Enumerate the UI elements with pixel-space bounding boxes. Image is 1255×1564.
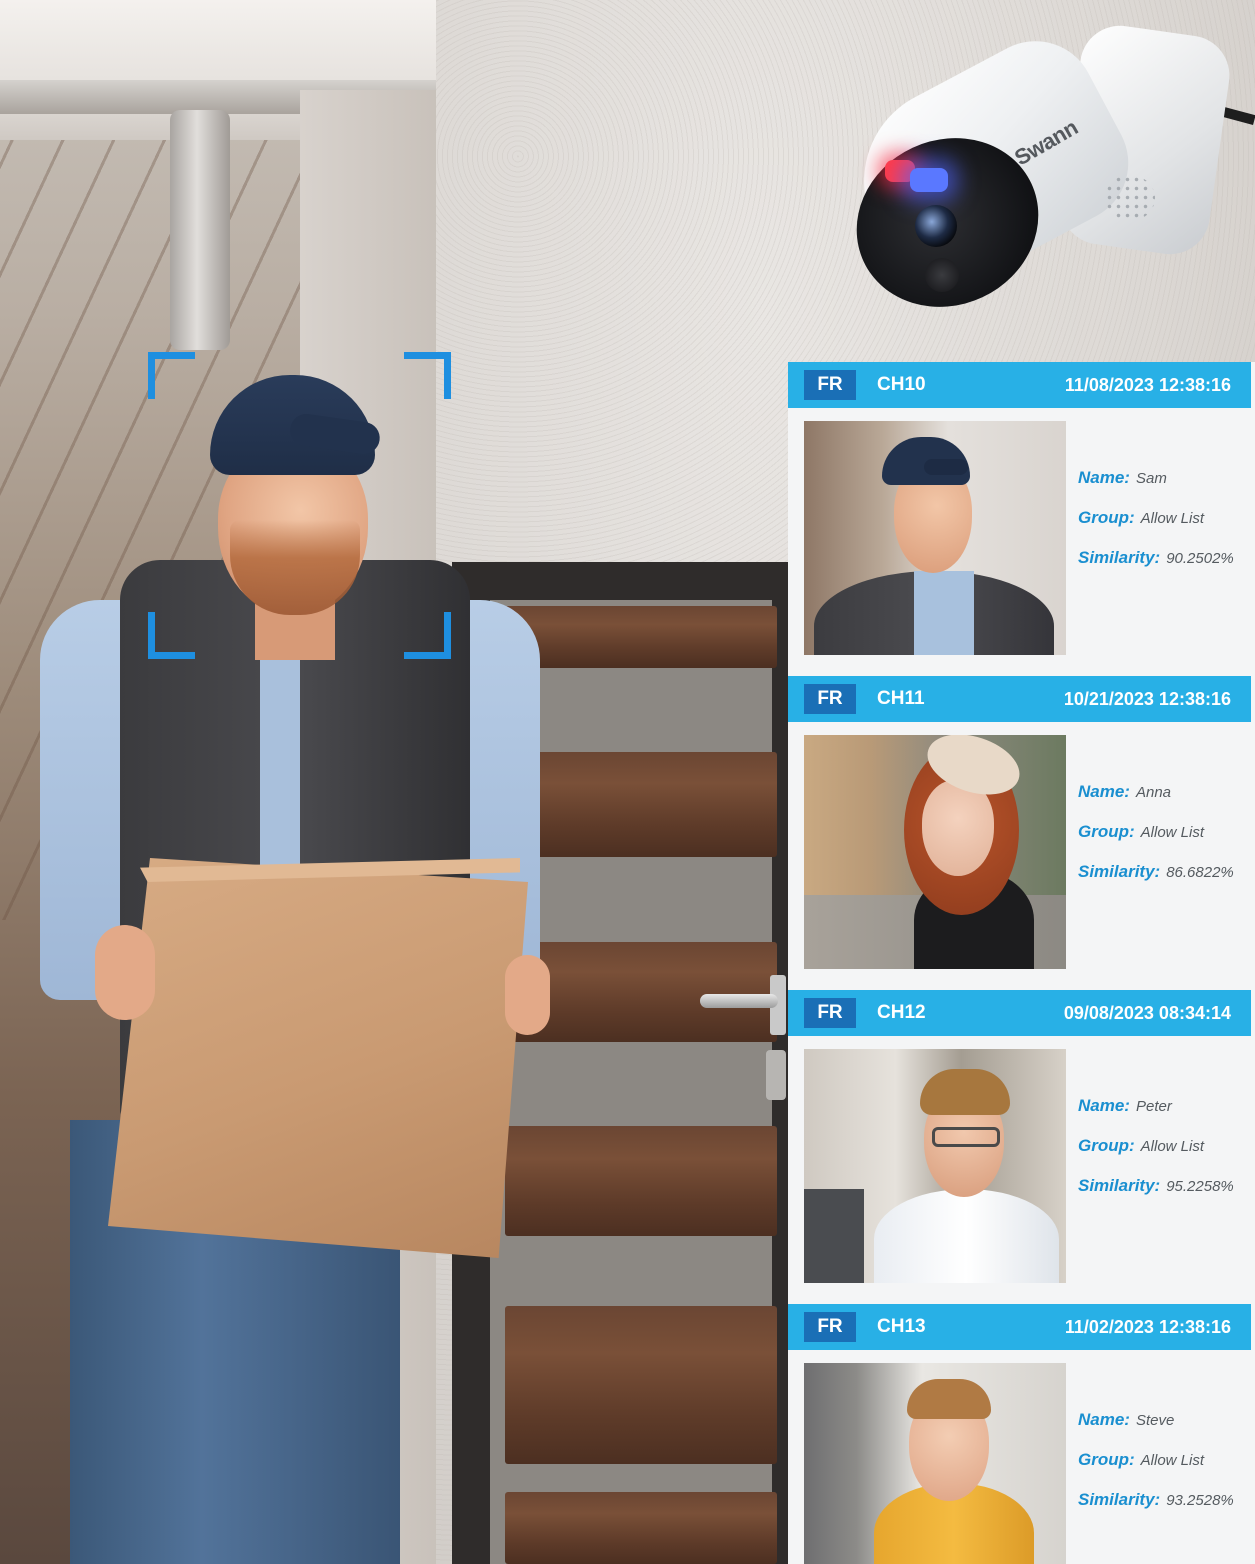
left-hand xyxy=(95,925,155,1020)
face-snapshot xyxy=(804,1049,1066,1283)
speaker-grille-icon xyxy=(1105,175,1155,221)
face-snapshot xyxy=(804,421,1066,655)
detection-info: Name: Sam Group: Allow List Similarity: 90.… xyxy=(1078,468,1253,588)
face-frame-corner-icon xyxy=(148,612,195,659)
face-frame-corner-icon xyxy=(148,352,195,399)
gate-handle xyxy=(700,994,778,1008)
timestamp: 11/08/2023 12:38:16 xyxy=(1064,375,1231,395)
name-value: Peter xyxy=(1135,1098,1172,1115)
name-label: Name: xyxy=(1078,1096,1130,1115)
similarity-value: 93.2528% xyxy=(1166,1492,1234,1509)
name-value: Sam xyxy=(1135,470,1167,487)
similarity-value: 90.2502% xyxy=(1166,550,1234,567)
detection-info: Name: Anna Group: Allow List Similarity: 86… xyxy=(1078,782,1253,902)
group-value: Allow List xyxy=(1140,824,1205,841)
card-header: FR CH13 11/02/2023 12:38:16 xyxy=(788,1304,1251,1350)
detection-info: Name: Peter Group: Allow List Similarity: 9… xyxy=(1078,1096,1253,1216)
channel-label: CH10 xyxy=(877,374,926,395)
similarity-label: Similarity: xyxy=(1078,1490,1161,1509)
group-label: Group: xyxy=(1078,508,1135,527)
similarity-label: Similarity: xyxy=(1078,862,1161,881)
timestamp: 11/02/2023 12:38:16 xyxy=(1064,1317,1231,1337)
camera-lens xyxy=(915,205,957,247)
detection-card: FR CH11 10/21/2023 12:38:16 Name: Anna Gr… xyxy=(788,676,1255,990)
right-hand xyxy=(505,955,550,1035)
name-label: Name: xyxy=(1078,468,1130,487)
timestamp: 10/21/2023 12:38:16 xyxy=(1063,689,1231,709)
fr-badge: FR xyxy=(804,1312,856,1342)
detection-card: FR CH13 11/02/2023 12:38:16 Name: Steve G… xyxy=(788,1304,1255,1564)
card-header: FR CH12 09/08/2023 08:34:14 xyxy=(788,990,1251,1036)
name-value: Anna xyxy=(1135,784,1172,801)
gate-lock xyxy=(766,1050,786,1100)
group-label: Group: xyxy=(1078,822,1135,841)
similarity-value: 95.2258% xyxy=(1166,1178,1234,1195)
face-snapshot xyxy=(804,1363,1066,1564)
delivery-person xyxy=(0,0,560,1564)
channel-label: CH12 xyxy=(877,1002,926,1023)
detection-info: Name: Steve Group: Allow List Similarity: 9… xyxy=(1078,1410,1253,1530)
similarity-label: Similarity: xyxy=(1078,548,1161,567)
name-label: Name: xyxy=(1078,1410,1130,1429)
timestamp: 09/08/2023 08:34:14 xyxy=(1063,1003,1231,1023)
name-value: Steve xyxy=(1135,1412,1175,1429)
group-value: Allow List xyxy=(1140,1452,1205,1469)
product-scene: Swann FR CH10 11/08/2023 12:38:16 Name: … xyxy=(0,0,1255,1564)
card-header: FR CH10 11/08/2023 12:38:16 xyxy=(788,362,1251,408)
detection-card: FR CH10 11/08/2023 12:38:16 Name: Sam Gro… xyxy=(788,362,1255,676)
group-label: Group: xyxy=(1078,1450,1135,1469)
detection-card: FR CH12 09/08/2023 08:34:14 Name: Peter G… xyxy=(788,990,1255,1304)
group-label: Group: xyxy=(1078,1136,1135,1155)
fr-badge: FR xyxy=(804,370,856,400)
cardboard-box xyxy=(108,858,528,1258)
face-snapshot xyxy=(804,735,1066,969)
channel-label: CH13 xyxy=(877,1316,926,1337)
similarity-value: 86.6822% xyxy=(1166,864,1234,881)
fr-badge: FR xyxy=(804,998,856,1028)
fr-badge: FR xyxy=(804,684,856,714)
motion-sensor xyxy=(925,258,959,292)
group-value: Allow List xyxy=(1140,510,1205,527)
channel-label: CH11 xyxy=(877,688,925,709)
blue-warning-light xyxy=(910,168,948,192)
face-frame-corner-icon xyxy=(404,612,451,659)
face-frame-corner-icon xyxy=(404,352,451,399)
card-header: FR CH11 10/21/2023 12:38:16 xyxy=(788,676,1251,722)
similarity-label: Similarity: xyxy=(1078,1176,1161,1195)
group-value: Allow List xyxy=(1140,1138,1205,1155)
face-recognition-panel: FR CH10 11/08/2023 12:38:16 Name: Sam Gro… xyxy=(788,362,1255,1564)
name-label: Name: xyxy=(1078,782,1130,801)
